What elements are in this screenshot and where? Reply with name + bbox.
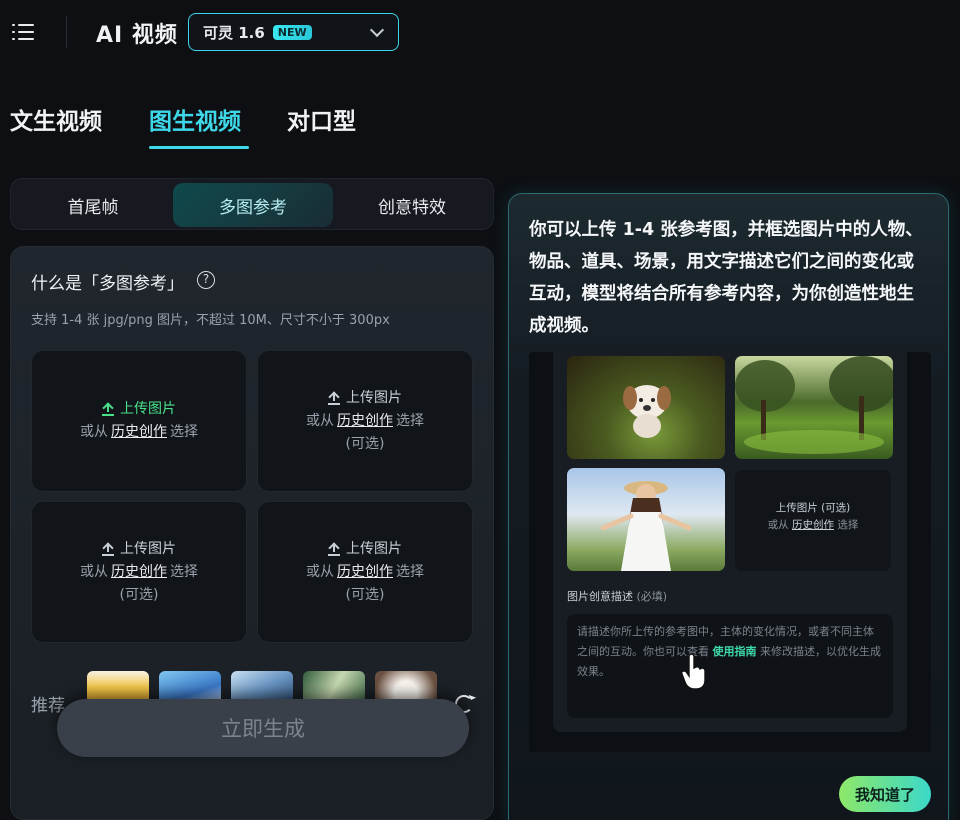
multi-image-guide-popover: 你可以上传 1-4 张参考图，并框选图片中的人物、物品、道具、场景，用文字描述它… xyxy=(508,193,949,820)
or-from-text: 或从 xyxy=(80,563,108,580)
top-bar: AI 视频 可灵 1.6 NEW xyxy=(0,0,960,66)
subtab-first-last-frame[interactable]: 首尾帧 xyxy=(13,183,173,227)
history-link[interactable]: 历史创作 xyxy=(337,413,393,429)
or-from-text: 或从 xyxy=(306,412,334,429)
recommend-label: 推荐 xyxy=(31,696,65,716)
upload-label: 上传图片 xyxy=(120,540,176,557)
history-link[interactable]: 历史创作 xyxy=(337,564,393,580)
demo-select: 选择 xyxy=(837,519,859,531)
upload-slot-3[interactable]: 上传图片 或从 历史创作 选择 (可选) xyxy=(31,501,247,643)
new-badge: NEW xyxy=(272,24,312,40)
guide-description: 你可以上传 1-4 张参考图，并框选图片中的人物、物品、道具、场景，用文字描述它… xyxy=(529,220,923,336)
optional-text: (可选) xyxy=(345,586,385,603)
or-from-text: 或从 xyxy=(80,424,108,440)
demo-description-textarea: 请描述你所上传的参考图中，主体的变化情况，或者不同主体之间的互动。你也可以查看 … xyxy=(567,614,893,718)
upload-label: 上传图片 xyxy=(346,389,402,406)
woman-illustration xyxy=(600,481,692,571)
tab-image-to-video[interactable]: 图生视频 xyxy=(149,102,241,136)
header-divider xyxy=(66,16,67,48)
select-text: 选择 xyxy=(396,412,424,429)
select-text: 选择 xyxy=(170,424,198,440)
guide-demo-illustration: 上传图片 (可选) 或从 历史创作 选择 图片创意描述 (必填) 请描述你所上传… xyxy=(529,352,931,752)
history-link[interactable]: 历史创作 xyxy=(111,564,167,580)
panel-title: 什么是「多图参考」 xyxy=(31,274,184,294)
select-text: 选择 xyxy=(396,563,424,580)
demo-or-from: 或从 xyxy=(767,519,789,531)
demo-card: 上传图片 (可选) 或从 历史创作 选择 图片创意描述 (必填) 请描述你所上传… xyxy=(553,352,907,732)
hand-cursor-icon xyxy=(681,654,706,690)
demo-description-label: 图片创意描述 (必填) xyxy=(567,590,668,603)
upload-icon xyxy=(328,542,340,556)
demo-history-link: 历史创作 xyxy=(792,519,834,531)
upload-slot-4[interactable]: 上传图片 或从 历史创作 选择 (可选) xyxy=(257,501,473,643)
demo-upload-label: 上传图片 (可选) xyxy=(775,502,851,514)
optional-text: (可选) xyxy=(119,586,159,603)
dog-illustration xyxy=(623,385,671,438)
optional-text: (可选) xyxy=(345,435,385,452)
got-it-button[interactable]: 我知道了 xyxy=(839,776,931,812)
select-text: 选择 xyxy=(170,563,198,580)
tab-lip-sync[interactable]: 对口型 xyxy=(287,102,356,136)
upload-requirements: 支持 1-4 张 jpg/png 图片，不超过 10M、尺寸不小于 300px xyxy=(31,313,390,328)
upload-label: 上传图片 xyxy=(120,401,176,417)
trees-illustration xyxy=(735,356,893,454)
upload-slot-1[interactable]: 上传图片 或从 历史创作 选择 xyxy=(31,350,247,492)
chevron-down-icon xyxy=(369,22,385,38)
upload-icon xyxy=(102,542,114,556)
or-from-text: 或从 xyxy=(306,563,334,580)
multi-image-panel: 什么是「多图参考」 ? 支持 1-4 张 jpg/png 图片，不超过 10M、… xyxy=(10,246,494,820)
active-tab-indicator xyxy=(149,146,249,149)
menu-icon[interactable] xyxy=(12,22,36,42)
demo-guide-link: 使用指南 xyxy=(712,645,757,658)
upload-icon xyxy=(102,403,114,416)
upload-label: 上传图片 xyxy=(346,540,402,557)
help-icon[interactable]: ? xyxy=(197,271,215,289)
history-link[interactable]: 历史创作 xyxy=(111,424,167,440)
demo-upload-slot: 上传图片 (可选) 或从 历史创作 选择 xyxy=(735,470,891,571)
upload-icon xyxy=(328,391,340,405)
app-title: AI 视频 xyxy=(96,23,178,48)
tab-text-to-video[interactable]: 文生视频 xyxy=(10,102,102,136)
subtab-creative-effects[interactable]: 创意特效 xyxy=(332,183,492,227)
upload-slot-2[interactable]: 上传图片 或从 历史创作 选择 (可选) xyxy=(257,350,473,492)
demo-image-woman xyxy=(567,468,725,571)
model-select[interactable]: 可灵 1.6 NEW xyxy=(188,13,399,51)
model-name: 可灵 1.6 xyxy=(203,23,265,42)
sub-tab-bar: 首尾帧 多图参考 创意特效 xyxy=(10,178,494,230)
demo-image-dog xyxy=(567,356,725,459)
subtab-multi-image-reference[interactable]: 多图参考 xyxy=(173,183,333,227)
demo-image-park xyxy=(735,356,893,459)
generate-button[interactable]: 立即生成 xyxy=(57,699,469,757)
